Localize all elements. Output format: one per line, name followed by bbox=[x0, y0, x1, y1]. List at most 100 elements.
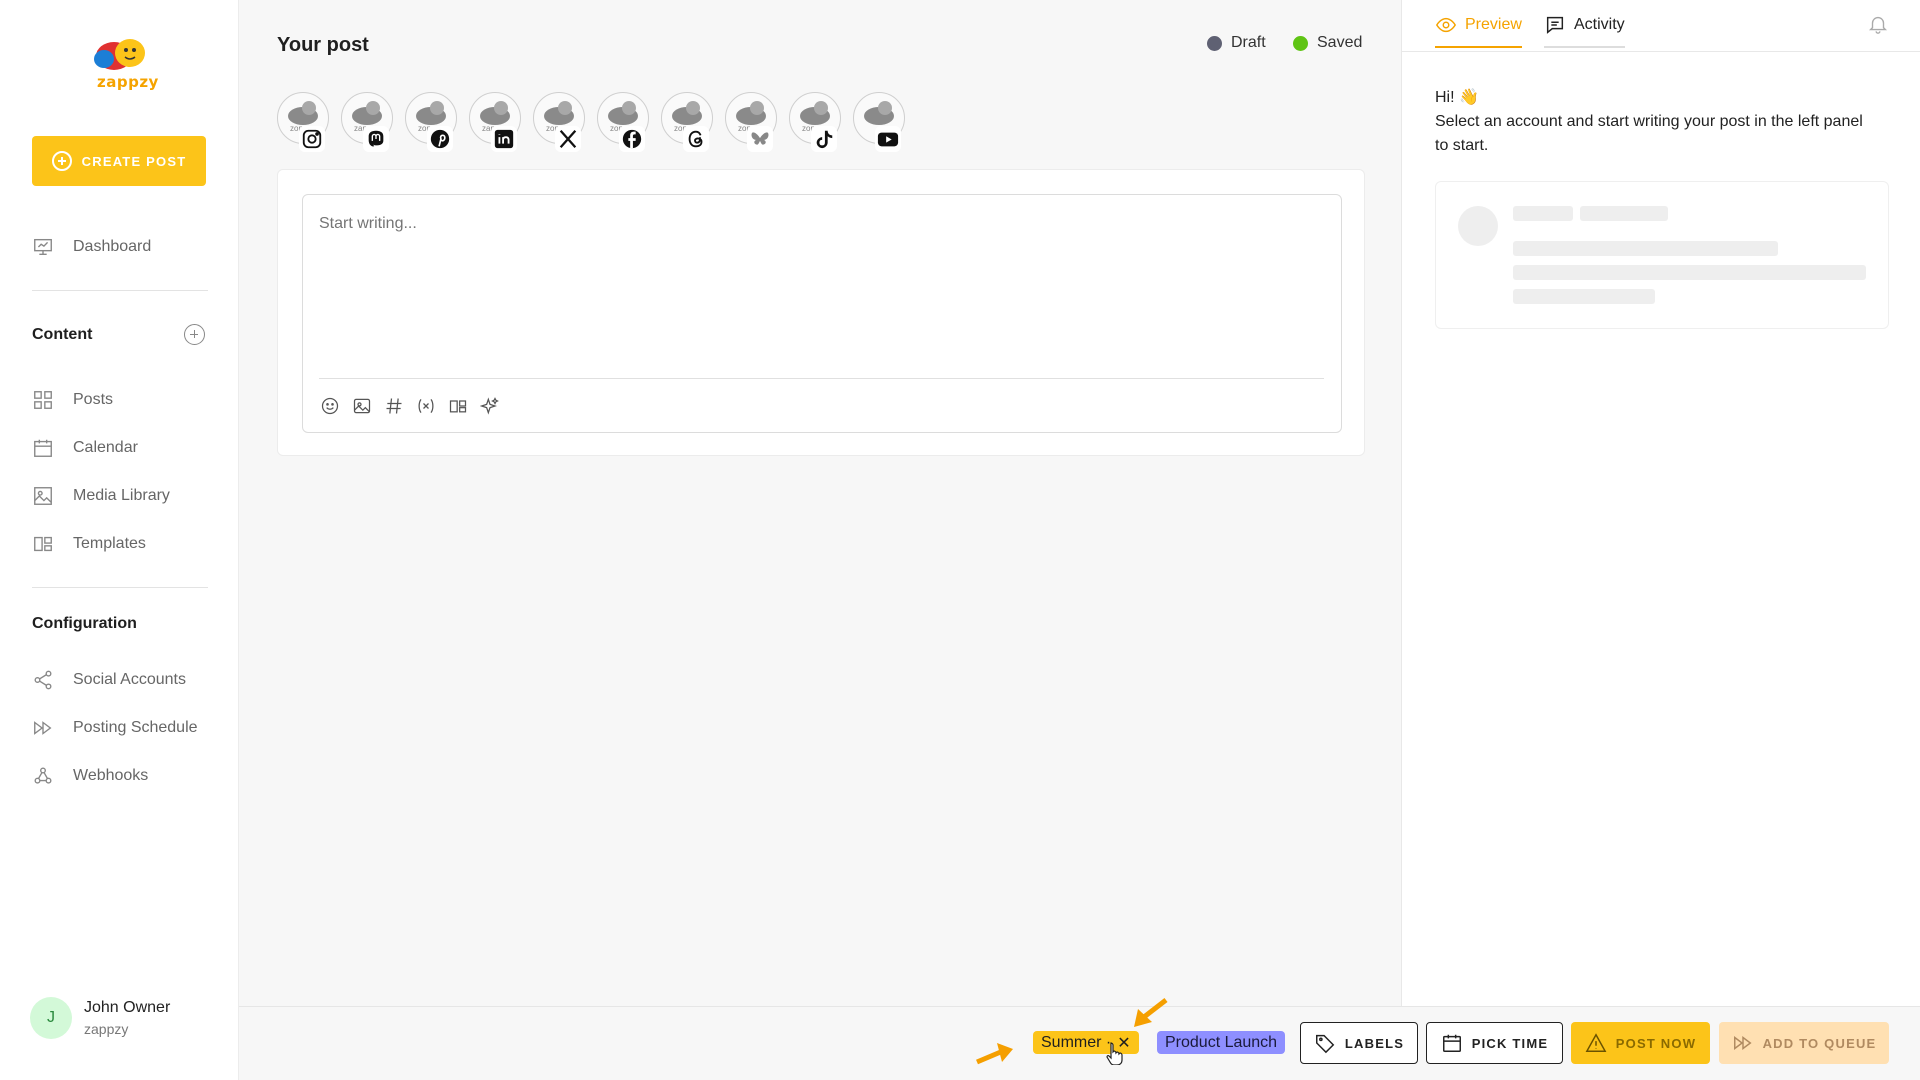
create-post-button[interactable]: CREATE POST bbox=[32, 136, 206, 186]
divider bbox=[319, 378, 1324, 379]
status-label: Saved bbox=[1317, 34, 1363, 51]
template-icon[interactable] bbox=[447, 395, 469, 417]
sidebar-item-label: Webhooks bbox=[73, 767, 149, 784]
sidebar-item-dashboard[interactable]: Dashboard bbox=[32, 234, 151, 260]
fast-forward-icon bbox=[34, 721, 52, 735]
status-saved: Saved bbox=[1293, 34, 1362, 52]
instructions: Select an account and start writing your… bbox=[1435, 113, 1863, 154]
webhook-icon bbox=[34, 767, 52, 784]
editor-toolbar bbox=[319, 395, 501, 417]
youtube-icon bbox=[875, 126, 901, 152]
image-icon[interactable] bbox=[351, 395, 373, 417]
tab-preview[interactable]: Preview bbox=[1435, 14, 1522, 48]
sidebar-item-label: Media Library bbox=[73, 487, 170, 504]
share-icon bbox=[34, 670, 52, 690]
section-title-content: Content bbox=[32, 326, 93, 343]
threads-icon bbox=[683, 126, 709, 152]
post-text-input[interactable] bbox=[319, 215, 1319, 233]
linkedin-icon bbox=[491, 126, 517, 152]
sidebar-item-posts[interactable]: Posts bbox=[32, 387, 113, 413]
sidebar-item-media-library[interactable]: Media Library bbox=[32, 483, 170, 509]
label-chip-product-launch[interactable]: Product Launch bbox=[1157, 1031, 1286, 1054]
skeleton-avatar bbox=[1458, 206, 1498, 246]
status-dot bbox=[1207, 35, 1222, 51]
sidebar-item-webhooks[interactable]: Webhooks bbox=[32, 763, 148, 789]
skeleton-line bbox=[1513, 241, 1778, 256]
sidebar-item-label: Dashboard bbox=[73, 238, 152, 255]
account-x[interactable]: zopp bbox=[533, 92, 585, 152]
sparkle-icon[interactable] bbox=[479, 395, 501, 417]
preview-panel: Preview Activity Hi! 👋 Select an account… bbox=[1401, 0, 1920, 1006]
avatar: J bbox=[30, 997, 72, 1039]
fast-forward-icon bbox=[1733, 1036, 1752, 1050]
account-bluesky[interactable]: zopp bbox=[725, 92, 777, 152]
instagram-icon bbox=[299, 126, 325, 152]
pick-time-button[interactable]: PICK TIME bbox=[1426, 1022, 1563, 1064]
grid-icon bbox=[34, 391, 52, 409]
chart-board-icon bbox=[34, 238, 52, 256]
section-title-configuration: Configuration bbox=[32, 615, 137, 632]
x-icon bbox=[555, 126, 581, 152]
greeting: Hi! 👋 bbox=[1435, 89, 1479, 106]
bluesky-icon bbox=[747, 126, 773, 152]
user-profile[interactable]: J John Owner zappzy bbox=[30, 997, 170, 1039]
skeleton-line bbox=[1513, 289, 1655, 304]
editor-card bbox=[277, 169, 1365, 456]
divider bbox=[32, 587, 208, 588]
sidebar-item-calendar[interactable]: Calendar bbox=[32, 435, 138, 461]
tab-activity[interactable]: Activity bbox=[1544, 14, 1625, 48]
account-pinterest[interactable]: zopp bbox=[405, 92, 457, 152]
facebook-icon bbox=[619, 126, 645, 152]
user-name: John Owner bbox=[84, 999, 171, 1016]
calendar-icon bbox=[1442, 1034, 1461, 1052]
bell-icon[interactable] bbox=[1867, 13, 1889, 35]
plus-circle-icon bbox=[51, 151, 72, 171]
account-youtube[interactable] bbox=[853, 92, 905, 152]
sidebar-item-label: Templates bbox=[73, 535, 146, 552]
post-now-button[interactable]: POST NOW bbox=[1571, 1022, 1710, 1064]
account-linkedin[interactable]: zap bbox=[469, 92, 521, 152]
sidebar-item-label: Calendar bbox=[73, 439, 138, 456]
account-mastodon[interactable]: zapp bbox=[341, 92, 393, 152]
arrow-icon bbox=[1134, 998, 1168, 1027]
status-dot bbox=[1293, 35, 1308, 51]
tab-label: Activity bbox=[1574, 16, 1625, 33]
account-instagram[interactable]: zoppzy bbox=[277, 92, 329, 152]
templates-icon bbox=[34, 536, 52, 552]
add-content-icon[interactable] bbox=[184, 324, 205, 345]
hashtag-icon[interactable] bbox=[383, 395, 405, 417]
add-to-queue-label: ADD TO QUEUE bbox=[1762, 1035, 1877, 1051]
labels-button[interactable]: LABELS bbox=[1300, 1022, 1418, 1064]
calendar-icon bbox=[34, 439, 52, 457]
mastodon-icon bbox=[363, 126, 389, 152]
sidebar-item-social-accounts[interactable]: Social Accounts bbox=[32, 667, 186, 693]
label-chip-text: Summer · bbox=[1041, 1033, 1112, 1051]
account-threads[interactable]: zopp bbox=[661, 92, 713, 152]
hand-cursor-icon bbox=[1106, 1042, 1123, 1065]
variable-icon[interactable] bbox=[415, 395, 437, 417]
divider bbox=[32, 290, 208, 291]
preview-tabs: Preview Activity bbox=[1402, 0, 1920, 52]
sidebar-item-posting-schedule[interactable]: Posting Schedule bbox=[32, 715, 198, 741]
account-facebook[interactable]: zopp bbox=[597, 92, 649, 152]
user-org: zappzy bbox=[84, 1021, 129, 1037]
pinterest-icon bbox=[427, 126, 453, 152]
warning-icon bbox=[1585, 1033, 1607, 1052]
add-to-queue-button[interactable]: ADD TO QUEUE bbox=[1719, 1022, 1889, 1064]
sidebar: zappzy CREATE POST Dashboard Content Pos… bbox=[0, 0, 239, 1080]
skeleton-line bbox=[1513, 206, 1573, 221]
post-editor bbox=[302, 194, 1342, 433]
tab-label: Preview bbox=[1465, 16, 1522, 33]
skeleton-line bbox=[1580, 206, 1668, 221]
status-label: Draft bbox=[1231, 34, 1266, 51]
image-icon bbox=[34, 487, 52, 505]
account-tiktok[interactable]: zopp bbox=[789, 92, 841, 152]
sidebar-item-templates[interactable]: Templates bbox=[32, 531, 146, 557]
preview-message: Hi! 👋 Select an account and start writin… bbox=[1435, 86, 1875, 158]
tiktok-icon bbox=[811, 126, 837, 152]
page-title: Your post bbox=[277, 34, 369, 56]
arrow-icon bbox=[976, 1043, 1013, 1065]
emoji-icon[interactable] bbox=[319, 395, 341, 417]
eye-icon bbox=[1435, 17, 1457, 33]
sidebar-item-label: Posting Schedule bbox=[73, 719, 198, 736]
